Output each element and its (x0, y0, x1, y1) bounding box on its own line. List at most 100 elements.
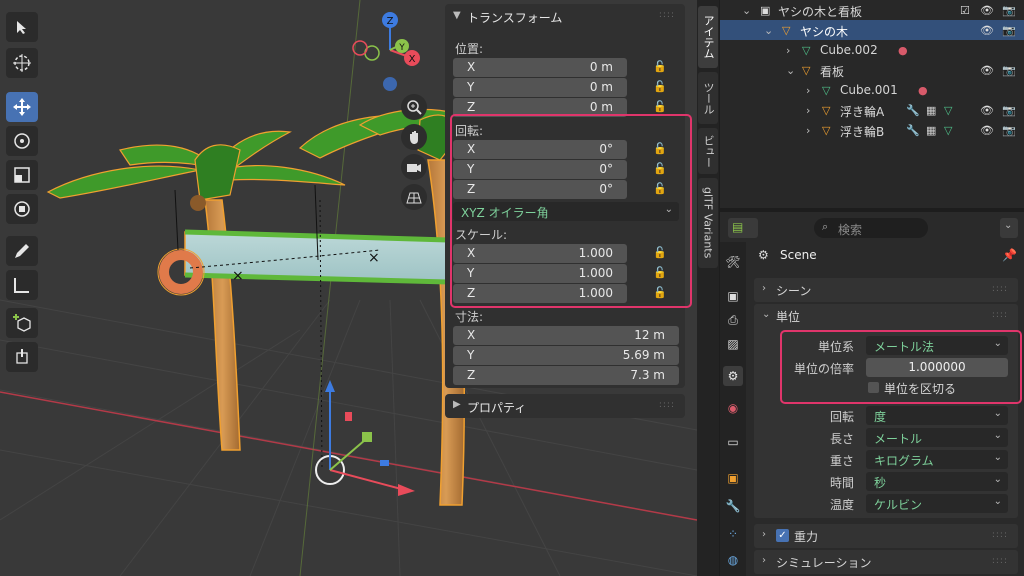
tab-tool-settings[interactable]: 🛠 (723, 252, 743, 272)
rotation-unit-dropdown[interactable]: 度 ⌄ (866, 406, 1008, 425)
outliner-row-sign[interactable]: ⌄ ▽ 看板 👁 📷 (720, 60, 1024, 80)
eye-icon[interactable]: 👁 (980, 124, 994, 137)
drag-grip-icon[interactable]: :::: (659, 10, 675, 20)
tab-physics[interactable]: ◍ (723, 550, 743, 570)
gravity-checkbox[interactable]: ✓ (776, 529, 789, 542)
scene-section-header[interactable]: › シーン :::: (754, 278, 1018, 302)
chevron-right-icon[interactable]: › (806, 84, 810, 97)
camera-view-button[interactable] (401, 154, 427, 180)
camera-icon[interactable]: 📷 (1002, 24, 1016, 37)
dimensions-y-field[interactable]: Y 5.69 m (453, 346, 679, 365)
options-dropdown[interactable]: ⌄ (1000, 218, 1018, 238)
lock-icon[interactable]: 🔓 (653, 162, 667, 175)
eye-icon[interactable]: 👁 (980, 4, 994, 17)
outliner-row-palm[interactable]: ⌄ ▽ ヤシの木 👁 📷 (720, 20, 1024, 40)
dimensions-x-field[interactable]: X 12 m (453, 326, 679, 345)
lock-icon[interactable]: 🔓 (653, 246, 667, 259)
outliner-row-ring-a[interactable]: › ▽ 浮き輪A 🔧 ▦ ▽ 👁 📷 (720, 100, 1024, 120)
tab-collection[interactable]: ▭ (723, 432, 743, 452)
lock-icon[interactable]: 🔓 (653, 80, 667, 93)
tab-object[interactable]: ▣ (723, 468, 743, 488)
outliner-row-cube001[interactable]: › ▽ Cube.001 ● (720, 80, 1024, 100)
unit-scale-field[interactable]: 1.000000 (866, 358, 1008, 377)
transform-tool[interactable] (6, 194, 38, 224)
pan-button[interactable] (401, 124, 427, 150)
scale-x-field[interactable]: X 1.000 (453, 244, 627, 263)
lock-icon[interactable]: 🔓 (653, 60, 667, 73)
lock-icon[interactable]: 🔓 (653, 142, 667, 155)
annotate-tool[interactable] (6, 236, 38, 266)
scale-y-field[interactable]: Y 1.000 (453, 264, 627, 283)
mass-unit-dropdown[interactable]: キログラム ⌄ (866, 450, 1008, 469)
checkbox-icon[interactable]: ☑ (960, 4, 970, 17)
separate-units-checkbox[interactable] (868, 382, 879, 393)
eye-icon[interactable]: 👁 (980, 64, 994, 77)
outliner-row-cube002[interactable]: › ▽ Cube.002 ● (720, 40, 1024, 60)
section-title[interactable]: 単位 (776, 308, 800, 325)
temperature-unit-dropdown[interactable]: ケルビン ⌄ (866, 494, 1008, 513)
tab-tool[interactable]: ツール (698, 72, 718, 124)
location-x-field[interactable]: X 0 m (453, 58, 627, 77)
length-unit-dropdown[interactable]: メートル ⌄ (866, 428, 1008, 447)
chevron-down-icon[interactable]: ▼ (453, 10, 461, 21)
dimensions-z-field[interactable]: Z 7.3 m (453, 366, 679, 385)
drag-grip-icon[interactable]: :::: (992, 556, 1008, 566)
drag-grip-icon[interactable]: :::: (992, 284, 1008, 294)
navigation-gizmo[interactable]: Z X Y (350, 8, 430, 98)
tab-view[interactable]: ビュー (698, 128, 718, 174)
location-y-field[interactable]: Y 0 m (453, 78, 627, 97)
tab-modifiers[interactable]: 🔧 (723, 496, 743, 516)
drag-grip-icon[interactable]: :::: (659, 400, 675, 410)
drag-grip-icon[interactable]: :::: (992, 310, 1008, 320)
properties-panel-header[interactable]: ▶ プロパティ :::: (445, 394, 685, 418)
lock-icon[interactable]: 🔓 (653, 100, 667, 113)
chevron-right-icon[interactable]: › (806, 104, 810, 117)
simulation-section-header[interactable]: › シミュレーション :::: (754, 550, 1018, 574)
outliner-row-ring-b[interactable]: › ▽ 浮き輪B 🔧 ▦ ▽ 👁 📷 (720, 120, 1024, 140)
eye-icon[interactable]: 👁 (980, 104, 994, 117)
camera-icon[interactable]: 📷 (1002, 104, 1016, 117)
drag-grip-icon[interactable]: :::: (992, 530, 1008, 540)
tab-particles[interactable]: ⁘ (723, 524, 743, 544)
tab-output[interactable]: ⎙ (723, 310, 743, 330)
move-tool[interactable] (6, 92, 38, 122)
chevron-down-icon[interactable]: ⌄ (762, 309, 770, 320)
camera-icon[interactable]: 📷 (1002, 64, 1016, 77)
perspective-toggle-button[interactable] (401, 184, 427, 210)
lock-icon[interactable]: 🔓 (653, 286, 667, 299)
unit-system-dropdown[interactable]: メートル法 ⌄ (866, 336, 1008, 355)
cursor-tool[interactable] (6, 48, 38, 78)
lock-icon[interactable]: 🔓 (653, 266, 667, 279)
camera-icon[interactable]: 📷 (1002, 124, 1016, 137)
tab-gltf-variants[interactable]: glTF Variants (698, 178, 718, 268)
eye-icon[interactable]: 👁 (980, 24, 994, 37)
gravity-section-header[interactable]: › ✓ 重力 :::: (754, 524, 1018, 548)
chevron-down-icon[interactable]: ⌄ (786, 64, 795, 77)
chevron-right-icon[interactable]: › (806, 124, 810, 137)
tab-view-layer[interactable]: ▨ (723, 334, 743, 354)
add-cube-tool[interactable] (6, 308, 38, 338)
extrude-tool[interactable] (6, 342, 38, 372)
select-box-tool[interactable] (6, 12, 38, 42)
rotation-x-field[interactable]: X 0° (453, 140, 627, 159)
zoom-button[interactable] (401, 94, 427, 120)
search-field[interactable]: ⌕ 検索 (814, 218, 928, 238)
chevron-right-icon[interactable]: › (786, 44, 790, 57)
rotate-tool[interactable] (6, 126, 38, 156)
tab-item[interactable]: アイテム (698, 6, 718, 68)
chevron-down-icon[interactable]: ⌄ (742, 4, 751, 17)
location-z-field[interactable]: Z 0 m (453, 98, 627, 117)
rotation-z-field[interactable]: Z 0° (453, 180, 627, 199)
scale-tool[interactable] (6, 160, 38, 190)
measure-tool[interactable] (6, 270, 38, 300)
lock-icon[interactable]: 🔓 (653, 182, 667, 195)
camera-icon[interactable]: 📷 (1002, 4, 1016, 17)
time-unit-dropdown[interactable]: 秒 ⌄ (866, 472, 1008, 491)
outliner-row-collection[interactable]: ⌄ ▣ ヤシの木と看板 ☑ 👁 📷 (720, 0, 1024, 20)
chevron-down-icon[interactable]: ⌄ (764, 24, 773, 37)
tab-world[interactable]: ◉ (723, 398, 743, 418)
pin-icon[interactable]: 📌 (1002, 248, 1017, 262)
rotation-mode-dropdown[interactable]: XYZ オイラー角 ⌄ (453, 202, 679, 221)
scale-z-field[interactable]: Z 1.000 (453, 284, 627, 303)
tab-render[interactable]: ▣ (723, 286, 743, 306)
